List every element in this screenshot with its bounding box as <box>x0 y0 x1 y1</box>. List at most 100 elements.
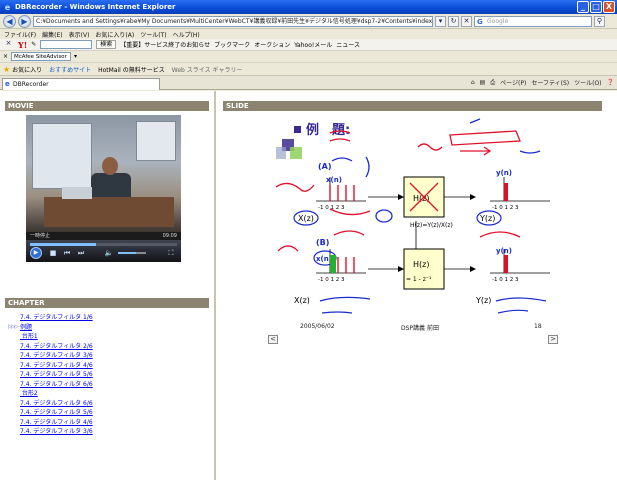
chapter-item[interactable]: 7.4. デジタルフィルタ 5/6 <box>8 408 208 418</box>
chapter-item[interactable]: 7.4. デジタルフィルタ 5/6 <box>8 370 208 380</box>
ticks-b-right: -1 0 1 2 3 <box>492 277 519 283</box>
fullscreen-icon[interactable]: ⛶ <box>166 248 176 258</box>
video-player[interactable]: 一時停止 09:09 ▶ ■ ⏮ ⏭ 🔈 ⛶ <box>26 115 181 262</box>
system-box-b <box>403 248 445 290</box>
next-icon[interactable]: ⏭ <box>76 248 86 258</box>
forward-button[interactable]: ▶ <box>18 14 31 28</box>
yahoo-item-notice[interactable]: 【重要】サービス終了のお知らせ <box>120 40 210 49</box>
slide-author: DSP講義 前田 <box>401 325 439 332</box>
help-icon[interactable]: ❓ <box>607 79 614 86</box>
chapter-link[interactable]: 台形2 <box>20 390 38 397</box>
hz-label-b: H(z) <box>413 260 429 269</box>
chapter-item[interactable]: 7.4. デジタルフィルタ 3/6 <box>8 351 208 361</box>
home-icon[interactable]: ⌂ <box>471 79 475 86</box>
previous-icon[interactable]: ⏮ <box>62 248 72 258</box>
yz-label-b: Y(z) <box>475 296 491 305</box>
chapter-item[interactable]: 台形2 <box>8 389 208 399</box>
yahoo-item-bookmark[interactable]: ブックマーク <box>214 40 250 49</box>
movie-header: MOVIE <box>5 101 209 111</box>
video-status-text: 一時停止 <box>30 233 51 239</box>
bar-close-icon[interactable]: × <box>3 53 8 60</box>
menu-tools[interactable]: ツール(T) <box>140 30 166 39</box>
siteadvisor-box[interactable]: McAfee SiteAdvisor <box>11 52 72 61</box>
slide-next-button[interactable]: > <box>548 335 558 344</box>
address-input[interactable]: C:¥Documents and Settings¥rabe¥My Docume… <box>33 15 433 27</box>
slide-date: 2005/06/02 <box>300 323 335 330</box>
deco-square-gray <box>276 147 286 159</box>
chapter-item[interactable]: 台形1 <box>8 332 208 342</box>
chapter-item[interactable]: 7.4. デジタルフィルタ 6/6 <box>8 399 208 409</box>
chapter-link[interactable]: 7.4. デジタルフィルタ 6/6 <box>20 400 93 407</box>
chapter-link[interactable]: 7.4. デジタルフィルタ 4/6 <box>20 419 93 426</box>
speaker-icon[interactable]: 🔈 <box>104 248 114 258</box>
favorites-button[interactable]: ★ お気に入り <box>3 65 42 74</box>
chapter-link[interactable]: 7.4. デジタルフィルタ 3/6 <box>20 428 93 435</box>
slide-prev-button[interactable]: < <box>268 335 278 344</box>
siteadvisor-dropdown-icon[interactable]: ▾ <box>74 53 77 60</box>
chapter-item[interactable]: 7.4. デジタルフィルタ 4/6 <box>8 418 208 428</box>
address-bar: ◀ ▶ C:¥Documents and Settings¥rabe¥My Do… <box>0 14 617 29</box>
pencil-icon[interactable]: ✎ <box>31 41 36 48</box>
play-icon[interactable]: ▶ <box>30 247 42 259</box>
volume-slider[interactable] <box>118 252 146 254</box>
xn-label-a: x(n) <box>326 176 342 184</box>
yahoo-search-input[interactable] <box>40 40 93 49</box>
print-icon[interactable]: ⎙ <box>490 79 495 87</box>
menu-file[interactable]: ファイル(F) <box>4 30 36 39</box>
maximize-button[interactable]: □ <box>590 1 602 13</box>
favorites-label: お気に入り <box>12 66 43 74</box>
toolbar-close-icon[interactable]: × <box>3 39 14 50</box>
video-time: 09:09 <box>162 233 177 239</box>
chapter-item[interactable]: 7.4. デジタルフィルタ 6/6 <box>8 380 208 390</box>
fav-item-webslice[interactable]: Web スライス ギャラリー <box>172 65 243 74</box>
chapter-link[interactable]: 7.4. デジタルフィルタ 2/6 <box>20 343 93 350</box>
chapter-link[interactable]: 7.4. デジタルフィルタ 1/6 <box>20 314 93 321</box>
feeds-icon[interactable]: ▤ <box>480 79 486 86</box>
chapter-link[interactable]: 例題 <box>20 324 32 331</box>
tab-dbrecorder[interactable]: e DBRecorder <box>2 78 160 90</box>
search-go-icon[interactable]: ⚲ <box>594 15 605 27</box>
hz-label-a: H(z) <box>413 194 429 203</box>
chapter-item[interactable]: 7.4. デジタルフィルタ 1/6 <box>8 313 208 323</box>
menu-favorites[interactable]: お気に入り(A) <box>95 30 134 39</box>
yahoo-item-mail[interactable]: Yahoo!メール <box>294 40 332 49</box>
seek-bar[interactable] <box>30 243 177 246</box>
yz-label-a: Y(z) <box>479 214 495 223</box>
minimize-button[interactable]: _ <box>577 1 589 13</box>
chapter-item[interactable]: 7.4. デジタルフィルタ 2/6 <box>8 342 208 352</box>
chapter-item[interactable]: 7.4. デジタルフィルタ 3/6 <box>8 427 208 437</box>
fav-item-hotmail[interactable]: HotMail の無料サービス <box>98 65 165 74</box>
address-dropdown-icon[interactable]: ▾ <box>435 15 446 27</box>
chapter-link[interactable]: 7.4. デジタルフィルタ 3/6 <box>20 352 93 359</box>
chapter-link[interactable]: 台形1 <box>20 333 38 340</box>
menu-help[interactable]: ヘルプ(H) <box>173 30 200 39</box>
cmd-safety[interactable]: セーフティ(S) <box>531 78 569 87</box>
label-a: (A) <box>318 162 332 171</box>
yahoo-item-auction[interactable]: オークション <box>254 40 290 49</box>
current-chapter-marker-icon: ▷▷▷ <box>8 323 19 330</box>
chapter-link[interactable]: 7.4. デジタルフィルタ 5/6 <box>20 371 93 378</box>
close-button[interactable]: X <box>603 1 615 13</box>
cmd-tools[interactable]: ツール(O) <box>574 78 601 87</box>
cmd-page[interactable]: ページ(P) <box>500 78 526 87</box>
chapter-item[interactable]: 7.4. デジタルフィルタ 4/6 <box>8 361 208 371</box>
refresh-icon[interactable]: ↻ <box>448 15 459 27</box>
search-input[interactable]: G Google <box>474 15 592 27</box>
chapter-list: 7.4. デジタルフィルタ 1/6 ▷▷▷ 例題 台形1 7.4. デジタルフィルタ … <box>8 313 208 437</box>
chapter-item[interactable]: ▷▷▷ 例題 <box>8 323 208 333</box>
slide-canvas: 例 題: (A) x(n) -1 0 1 2 3 H(z) y(n) -1 0 … <box>275 118 550 314</box>
yahoo-logo[interactable]: Y! <box>18 40 27 50</box>
stop-icon[interactable]: ✕ <box>461 15 472 27</box>
back-button[interactable]: ◀ <box>3 14 16 28</box>
favorites-bar: ★ お気に入り おすすめサイト HotMail の無料サービス Web スライス… <box>0 63 617 76</box>
chapter-link[interactable]: 7.4. デジタルフィルタ 5/6 <box>20 409 93 416</box>
title-bullet-icon <box>294 126 301 133</box>
stop-icon[interactable]: ■ <box>48 248 58 258</box>
yahoo-item-news[interactable]: ニュース <box>336 40 360 49</box>
menu-view[interactable]: 表示(V) <box>69 30 90 39</box>
chapter-link[interactable]: 7.4. デジタルフィルタ 6/6 <box>20 381 93 388</box>
menu-edit[interactable]: 編集(E) <box>42 30 62 39</box>
fav-item-recommended[interactable]: おすすめサイト <box>49 65 91 74</box>
yahoo-search-button[interactable]: 検索 <box>96 40 117 49</box>
chapter-link[interactable]: 7.4. デジタルフィルタ 4/6 <box>20 362 93 369</box>
